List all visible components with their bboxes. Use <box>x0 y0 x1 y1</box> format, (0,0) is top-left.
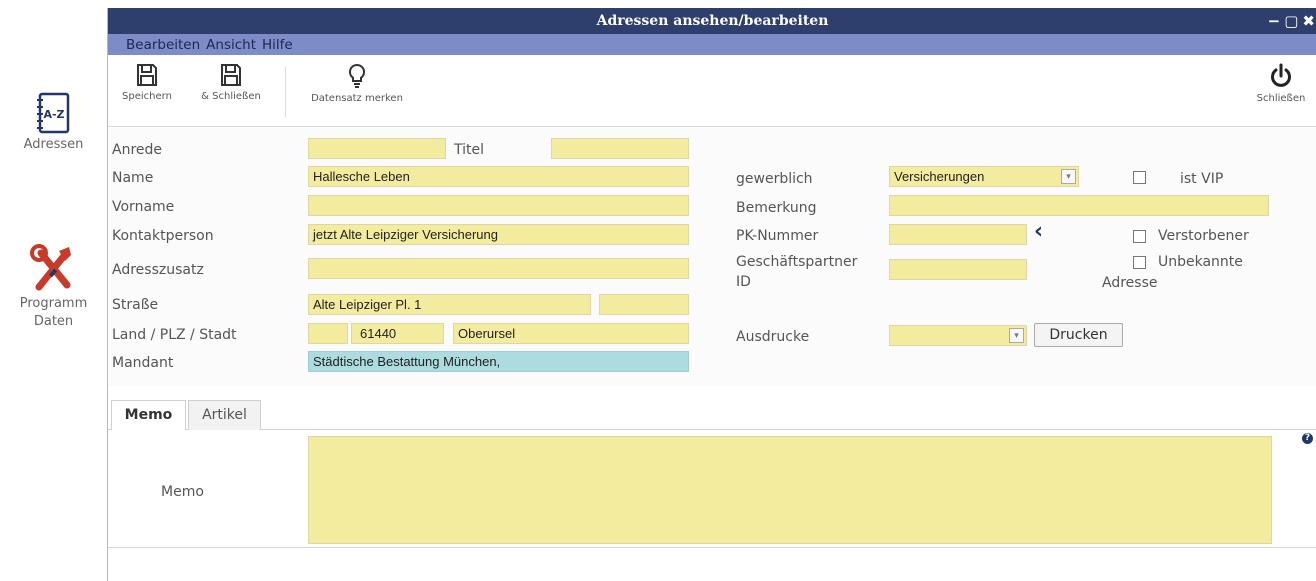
tools-icon <box>29 244 71 291</box>
floppy-disk-icon <box>221 64 241 86</box>
chevron-down-icon[interactable]: ▾ <box>1009 328 1024 343</box>
label-adresszusatz: Adresszusatz <box>112 262 204 278</box>
label-land-plz-stadt: Land / PLZ / Stadt <box>112 327 237 343</box>
label-geschaeftspartner-id: ID <box>736 274 751 290</box>
close-window-label: Schließen <box>1256 93 1306 104</box>
floppy-disk-icon <box>137 64 157 86</box>
ausdrucke-select[interactable]: ▾ <box>889 325 1027 346</box>
memo-panel: Memo ? <box>108 430 1316 548</box>
launcher-label-adressen: Adressen <box>23 137 84 152</box>
label-anrede: Anrede <box>112 142 163 158</box>
toolbar: Speichern & Schließen Datensatz merken S… <box>108 55 1316 127</box>
hausnummer-field[interactable] <box>599 294 689 315</box>
mandant-field[interactable]: Städtische Bestattung München, <box>308 351 689 372</box>
maximize-icon[interactable]: ▢ <box>1284 8 1298 34</box>
window-title: Adressen ansehen/bearbeiten <box>596 13 829 29</box>
land-field[interactable] <box>308 323 348 344</box>
address-book-icon: A-Z <box>36 92 69 134</box>
pk-nummer-field[interactable] <box>889 224 1027 245</box>
toolbar-separator <box>285 67 286 117</box>
save-label: Speichern <box>122 91 172 102</box>
plz-field[interactable]: 61440 <box>351 323 444 344</box>
anrede-field[interactable] <box>308 138 446 159</box>
tab-bar: Memo Artikel <box>108 386 1316 431</box>
tab-memo[interactable]: Memo <box>111 400 186 431</box>
label-pk-nummer: PK-Nummer <box>736 228 819 244</box>
launcher-item-programm-daten[interactable]: Programm Daten <box>0 243 107 331</box>
address-form: Anrede Titel Name Hallesche Leben Vornam… <box>108 128 1316 386</box>
launcher-item-adressen[interactable]: A-Z Adressen <box>0 90 107 154</box>
label-name: Name <box>112 170 154 186</box>
save-and-close-button[interactable]: & Schließen <box>198 63 264 102</box>
lightbulb-icon <box>348 63 366 88</box>
minimize-icon[interactable]: − <box>1268 8 1281 34</box>
label-ausdrucke: Ausdrucke <box>736 329 810 345</box>
strasse-field[interactable]: Alte Leipziger Pl. 1 <box>308 294 591 315</box>
launcher-label-programm: Programm <box>19 296 88 311</box>
titel-field[interactable] <box>551 138 689 159</box>
geschaeftspartner-id-field[interactable] <box>889 259 1027 280</box>
name-field[interactable]: Hallesche Leben <box>308 166 689 187</box>
bookmark-record-button[interactable]: Datensatz merken <box>294 63 420 104</box>
app-launcher: A-Z Adressen Programm Daten <box>0 0 107 581</box>
label-titel: Titel <box>454 142 485 158</box>
menu-bearbeiten[interactable]: Bearbeiten <box>126 37 200 53</box>
window-controls: − ▢ ✖ <box>1268 8 1316 34</box>
label-ist-vip: ist VIP <box>1180 171 1224 187</box>
label-strasse: Straße <box>112 297 159 313</box>
label-geschaeftspartner: Geschäftspartner <box>736 254 858 270</box>
power-icon <box>1271 63 1291 87</box>
stadt-field[interactable]: Oberursel <box>453 323 689 344</box>
close-icon[interactable]: ✖ <box>1302 8 1315 34</box>
save-and-close-label: & Schließen <box>201 91 261 102</box>
chevron-left-icon[interactable]: ‹ <box>1034 221 1043 243</box>
address-edit-window: Adressen ansehen/bearbeiten − ▢ ✖ Bearbe… <box>107 8 1316 581</box>
window-titlebar[interactable]: Adressen ansehen/bearbeiten − ▢ ✖ <box>108 8 1316 34</box>
print-button[interactable]: Drucken <box>1034 323 1123 347</box>
label-vorname: Vorname <box>112 199 175 215</box>
label-verstorbener: Verstorbener <box>1158 228 1249 244</box>
ist-vip-checkbox[interactable] <box>1133 171 1146 184</box>
vorname-field[interactable] <box>308 195 689 216</box>
menu-hilfe[interactable]: Hilfe <box>262 37 293 53</box>
save-button[interactable]: Speichern <box>116 63 178 102</box>
unbekannte-adresse-checkbox[interactable] <box>1133 256 1146 269</box>
bemerkung-field[interactable] <box>889 195 1269 216</box>
gewerblich-value: Versicherungen <box>894 169 985 184</box>
verstorbener-checkbox[interactable] <box>1133 230 1146 243</box>
help-icon[interactable]: ? <box>1302 433 1313 444</box>
memo-textarea[interactable] <box>308 436 1272 544</box>
chevron-down-icon[interactable]: ▾ <box>1061 169 1076 184</box>
label-mandant: Mandant <box>112 355 174 371</box>
bookmark-record-label: Datensatz merken <box>311 93 403 104</box>
svg-text:A-Z: A-Z <box>43 108 64 121</box>
kontaktperson-field[interactable]: jetzt Alte Leipziger Versicherung <box>308 224 689 245</box>
close-window-button[interactable]: Schließen <box>1248 63 1314 104</box>
label-gewerblich: gewerblich <box>736 171 813 187</box>
tab-artikel[interactable]: Artikel <box>188 400 261 431</box>
label-adresse: Adresse <box>1102 275 1158 291</box>
menubar: Bearbeiten Ansicht Hilfe <box>108 34 1316 55</box>
launcher-label-daten: Daten <box>33 314 74 329</box>
label-bemerkung: Bemerkung <box>736 200 817 216</box>
menu-ansicht[interactable]: Ansicht <box>206 37 256 53</box>
adresszusatz-field[interactable] <box>308 258 689 279</box>
gewerblich-select[interactable]: Versicherungen ▾ <box>889 166 1079 187</box>
label-kontaktperson: Kontaktperson <box>112 228 214 244</box>
label-unbekannte: Unbekannte <box>1158 254 1243 270</box>
label-memo: Memo <box>161 484 204 500</box>
